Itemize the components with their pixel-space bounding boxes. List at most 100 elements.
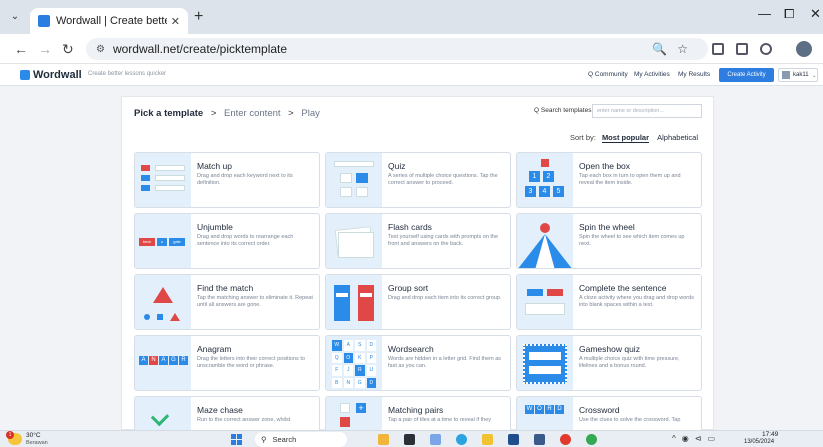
- template-title: Gameshow quiz: [579, 344, 640, 354]
- template-card-quiz[interactable]: Quiz A series of multiple choice questio…: [325, 152, 511, 208]
- template-title: Match up: [197, 161, 232, 171]
- search-icon: Q: [588, 71, 594, 78]
- browser-tab[interactable]: Wordwall | Create better lessons quicker…: [30, 8, 188, 34]
- reload-icon[interactable]: ↻: [62, 41, 74, 58]
- search-templates-label: Q Search templates:: [534, 107, 594, 114]
- weather-temperature[interactable]: 30°C: [26, 432, 41, 439]
- close-window-button[interactable]: ✕: [810, 6, 821, 22]
- site-info-icon[interactable]: ⚙: [96, 44, 105, 55]
- taskbar-search-box[interactable]: ⚲ Search: [255, 432, 347, 447]
- extensions-puzzle-icon[interactable]: [760, 43, 772, 55]
- taskbar-app-icon[interactable]: [508, 434, 519, 445]
- clock-time[interactable]: 17:49: [762, 431, 778, 438]
- new-tab-button[interactable]: +: [194, 8, 203, 26]
- plus-icon: +: [356, 403, 366, 413]
- opera-browser-icon[interactable]: [560, 434, 571, 445]
- template-title: Group sort: [388, 283, 429, 293]
- chrome-browser-icon[interactable]: [586, 434, 597, 445]
- clock-date[interactable]: 13/05/2024: [744, 439, 774, 445]
- unjumble-thumbnail: beck o gale: [135, 214, 191, 268]
- sort-most-popular[interactable]: Most popular: [601, 133, 650, 143]
- windows-start-icon[interactable]: [231, 434, 242, 445]
- wordwall-logo[interactable]: Wordwall: [20, 69, 82, 81]
- template-card-open-the-box[interactable]: 1 2 3 4 5 Open the box Tap each box in t…: [516, 152, 702, 208]
- taskbar-app-icon[interactable]: [404, 434, 415, 445]
- breadcrumb-pick-template: Pick a template: [134, 108, 204, 119]
- breadcrumb-separator: >: [210, 108, 217, 119]
- user-menu[interactable]: kak11 ⌄: [778, 68, 818, 82]
- template-description: Drag the letters into their correct posi…: [197, 356, 305, 369]
- address-bar-row: ← → ↻ ⚙ wordwall.net/create/picktemplate…: [0, 34, 823, 64]
- find-match-shapes-icon: [144, 287, 180, 321]
- minimize-button[interactable]: —: [758, 6, 771, 21]
- extension-icon[interactable]: [712, 43, 724, 55]
- template-card-wordsearch[interactable]: W A S D Q O K P F J R U B N G D Wordsear…: [325, 335, 511, 391]
- site-header: Wordwall Create better lessons quicker Q…: [0, 64, 823, 86]
- template-title: Find the match: [197, 283, 254, 293]
- wheel-icon: [518, 223, 572, 268]
- template-description: Drag and drop each item into its correct…: [388, 295, 502, 301]
- breadcrumb-play: Play: [301, 108, 320, 119]
- template-title: Unjumble: [197, 222, 233, 232]
- weather-badge: 1: [6, 431, 14, 439]
- sort-bar: Sort by: Most popular Alphabetical: [570, 133, 698, 143]
- taskbar-app-icon[interactable]: [430, 434, 441, 445]
- tab-title: Wordwall | Create better lessons quicker: [56, 15, 167, 27]
- template-card-match-up[interactable]: Match up Drag and drop each keyword next…: [134, 152, 320, 208]
- forward-arrow-icon[interactable]: →: [38, 41, 52, 57]
- tab-search-icon[interactable]: ⌄: [7, 9, 23, 25]
- wordwall-logo-icon: [20, 70, 30, 80]
- back-arrow-icon[interactable]: ←: [14, 41, 28, 57]
- breadcrumb-separator: >: [288, 108, 294, 119]
- system-tray-icons[interactable]: ^◉⊲▭: [672, 434, 721, 443]
- template-card-spin-the-wheel[interactable]: Spin the wheel Spin the wheel to see whi…: [516, 213, 702, 269]
- edge-browser-icon[interactable]: [456, 434, 467, 445]
- breadcrumb-enter-content: Enter content: [224, 108, 281, 119]
- sort-alphabetical[interactable]: Alphabetical: [657, 133, 698, 142]
- search-templates-input[interactable]: enter name or description...: [592, 104, 702, 118]
- weather-description[interactable]: Berawan: [26, 440, 48, 446]
- template-description: Drag and drop words to rearrange each se…: [197, 234, 294, 247]
- complete-the-sentence-thumbnail: [517, 275, 573, 329]
- template-description: Spin the wheel to see which item comes u…: [579, 234, 685, 247]
- omnibox[interactable]: ⚙ wordwall.net/create/picktemplate 🔍☆: [86, 38, 708, 60]
- file-explorer-icon[interactable]: [482, 434, 493, 445]
- breadcrumb: Pick a template > Enter content > Play: [134, 108, 320, 119]
- nav-community[interactable]: Q Community: [588, 71, 628, 78]
- template-card-gameshow-quiz[interactable]: Gameshow quiz A multiple choice quiz wit…: [516, 335, 702, 391]
- template-title: Flash cards: [388, 222, 432, 232]
- template-title: Crossword: [579, 405, 620, 415]
- template-card-group-sort[interactable]: Group sort Drag and drop each item into …: [325, 274, 511, 330]
- template-description: Tap the matching answer to eliminate it.…: [197, 295, 313, 308]
- nav-my-results[interactable]: My Results: [678, 71, 710, 78]
- maximize-button[interactable]: ⧠: [784, 6, 794, 22]
- extension-icon[interactable]: [736, 43, 748, 55]
- tab-close-icon[interactable]: ✕: [171, 15, 180, 28]
- zoom-and-bookmark-icons[interactable]: 🔍☆: [652, 42, 698, 56]
- find-the-match-thumbnail: [135, 275, 191, 329]
- template-title: Anagram: [197, 344, 232, 354]
- wordwall-favicon-icon: [38, 15, 50, 27]
- taskbar-app-icon[interactable]: [534, 434, 545, 445]
- template-card-unjumble[interactable]: beck o gale Unjumble Drag and drop words…: [134, 213, 320, 269]
- windows-taskbar: 1 30°C Berawan ⚲ Search ^◉⊲▭ 17:49 13/05…: [0, 430, 823, 447]
- template-title: Spin the wheel: [579, 222, 635, 232]
- template-title: Complete the sentence: [579, 283, 667, 293]
- group-sort-thumbnail: [326, 275, 382, 329]
- taskbar-app-icon[interactable]: [378, 434, 389, 445]
- template-card-anagram[interactable]: A N A G R Anagram Drag the letters into …: [134, 335, 320, 391]
- nav-my-activities[interactable]: My Activities: [634, 71, 670, 78]
- url-text[interactable]: wordwall.net/create/picktemplate: [113, 42, 652, 56]
- quiz-thumbnail: [326, 153, 382, 207]
- template-description: Run to the correct answer zone, whilst: [197, 417, 291, 423]
- template-card-flash-cards[interactable]: Flash cards Test yourself using cards wi…: [325, 213, 511, 269]
- create-activity-button[interactable]: Create Activity: [719, 68, 774, 82]
- template-card-complete-the-sentence[interactable]: Complete the sentence A cloze activity w…: [516, 274, 702, 330]
- match-up-thumbnail: [135, 153, 191, 207]
- taskbar-search-label: Search: [272, 435, 297, 444]
- template-description: Words are hidden in a letter grid. Find …: [388, 356, 502, 369]
- template-card-find-the-match[interactable]: Find the match Tap the matching answer t…: [134, 274, 320, 330]
- profile-avatar-icon[interactable]: [796, 41, 812, 57]
- site-tagline: Create better lessons quicker: [88, 71, 167, 77]
- logo-text: Wordwall: [33, 69, 82, 81]
